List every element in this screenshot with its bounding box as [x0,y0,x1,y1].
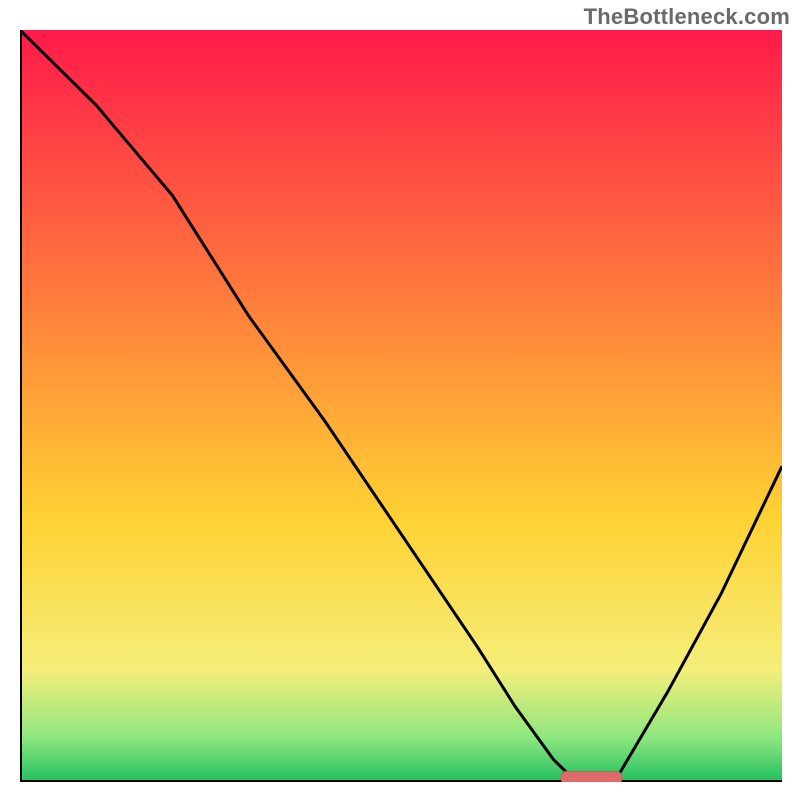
optimum-marker [561,771,622,782]
plot-background [20,30,782,782]
watermark-label: TheBottleneck.com [584,4,790,30]
chart-stage: TheBottleneck.com [0,0,800,800]
bottleneck-chart [20,30,782,782]
